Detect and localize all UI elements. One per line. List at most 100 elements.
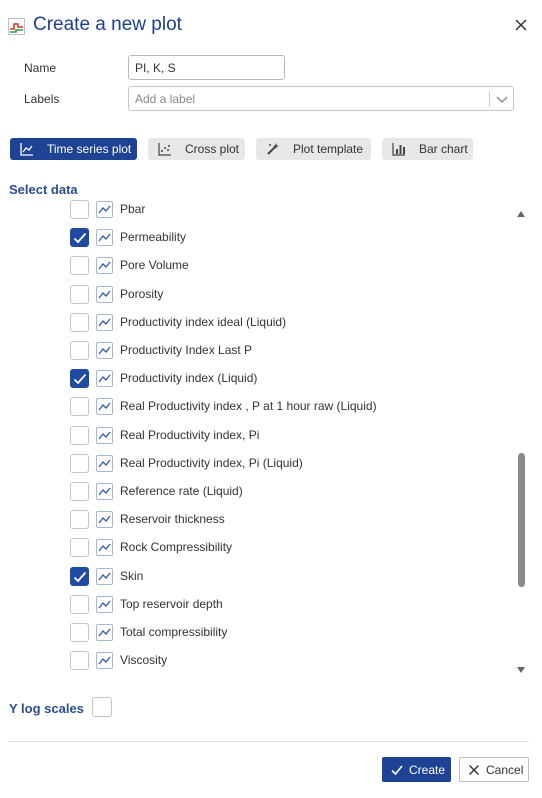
list-item[interactable]: Productivity Index Last P (0, 337, 515, 365)
tab-cross-plot[interactable]: Cross plot (148, 138, 245, 160)
chevron-down-icon[interactable] (495, 92, 509, 106)
series-checkbox[interactable] (70, 397, 89, 417)
tab-label: Time series plot (47, 142, 132, 156)
list-item[interactable]: Real Productivity index , P at 1 hour ra… (0, 393, 515, 421)
time-series-icon (96, 595, 113, 613)
scroll-up-icon[interactable] (517, 210, 525, 217)
time-series-icon (96, 624, 113, 641)
magic-wand-icon (267, 143, 279, 155)
list-item[interactable]: Productivity index (Liquid) (0, 365, 515, 393)
close-icon[interactable] (510, 14, 532, 36)
series-label: Permeability (120, 230, 187, 245)
list-item[interactable]: Viscosity (0, 647, 515, 675)
select-data-heading: Select data (9, 182, 78, 197)
labels-label: Labels (24, 92, 60, 106)
series-checkbox[interactable] (70, 482, 89, 501)
scroll-thumb[interactable] (518, 453, 525, 587)
footer-divider (8, 741, 529, 742)
list-item[interactable]: Rock Compressibility (0, 534, 515, 562)
series-label: Skin (120, 568, 144, 583)
time-series-icon (96, 201, 113, 218)
tab-label: Bar chart (419, 142, 468, 156)
cancel-button[interactable]: Cancel (459, 757, 529, 782)
tab-plot-template[interactable]: Plot template (256, 138, 371, 160)
series-label: Real Productivity index, Pi (Liquid) (120, 455, 303, 470)
labels-select[interactable]: Add a label (128, 86, 514, 111)
scatter-icon (158, 143, 171, 156)
list-item[interactable]: Real Productivity index, Pi (0, 422, 515, 450)
series-checkbox[interactable] (70, 538, 89, 558)
check-icon (391, 764, 403, 775)
series-label: Real Productivity index , P at 1 hour ra… (120, 399, 377, 414)
check-icon (73, 374, 87, 385)
series-checkbox[interactable] (70, 566, 89, 586)
time-series-icon (96, 511, 113, 529)
time-series-icon (96, 454, 113, 472)
series-checkbox[interactable] (70, 284, 89, 304)
cancel-label: Cancel (486, 762, 524, 777)
series-checkbox[interactable] (70, 510, 89, 530)
time-series-icon (96, 426, 113, 444)
scroll-down-icon[interactable] (517, 667, 525, 674)
series-checkbox[interactable] (70, 312, 89, 332)
list-item[interactable]: Real Productivity index, Pi (Liquid) (0, 450, 515, 478)
data-series-list: Pbar Permeability Pore Volume Porosity Produ… (0, 198, 530, 680)
series-checkbox[interactable] (70, 256, 89, 276)
series-label: Porosity (120, 286, 164, 301)
list-item[interactable]: Porosity (0, 281, 515, 309)
name-label: Name (24, 61, 57, 75)
bar-chart-icon (392, 143, 405, 156)
list-item[interactable]: Skin (0, 563, 515, 591)
dialog-title: Create a new plot (33, 14, 182, 35)
series-checkbox[interactable] (70, 453, 89, 473)
dialog-header: Create a new plot (0, 0, 542, 52)
time-series-icon (96, 567, 113, 585)
series-label: Viscosity (120, 653, 168, 668)
series-label: Productivity index (Liquid) (120, 371, 258, 386)
tab-bar-chart[interactable]: Bar chart (382, 138, 473, 160)
series-checkbox[interactable] (70, 341, 89, 360)
list-item[interactable]: Pbar (0, 198, 515, 224)
labels-placeholder: Add a label (135, 92, 196, 106)
series-label: Rock Compressibility (120, 540, 233, 555)
series-label: Real Productivity index, Pi (120, 427, 260, 442)
time-series-icon (96, 342, 113, 359)
time-series-icon (96, 483, 113, 500)
plot-app-icon (8, 18, 25, 35)
list-scrollbar[interactable] (515, 205, 527, 679)
series-checkbox[interactable] (70, 425, 89, 445)
create-label: Create (409, 762, 446, 777)
series-label: Total compressibility (120, 625, 228, 639)
tab-time-series-plot[interactable]: Time series plot (10, 138, 137, 160)
time-series-icon (96, 229, 113, 247)
time-series-icon (96, 398, 113, 416)
tab-label: Plot template (293, 142, 364, 156)
series-checkbox[interactable] (70, 369, 89, 389)
name-field[interactable] (128, 55, 285, 80)
series-label: Productivity Index Last P (120, 343, 253, 357)
series-label: Productivity index ideal (Liquid) (120, 314, 287, 329)
series-checkbox[interactable] (70, 651, 89, 671)
time-series-icon (96, 257, 113, 275)
create-button[interactable]: Create (382, 757, 451, 782)
series-checkbox[interactable] (70, 594, 89, 614)
series-checkbox[interactable] (70, 623, 89, 642)
close-icon (469, 764, 479, 775)
list-item[interactable]: Permeability (0, 224, 515, 252)
list-item[interactable]: Total compressibility (0, 619, 515, 647)
line-chart-icon (20, 143, 33, 156)
series-label: Top reservoir depth (120, 596, 223, 611)
series-checkbox[interactable] (70, 200, 89, 219)
list-item[interactable]: Top reservoir depth (0, 591, 515, 619)
list-item[interactable]: Productivity index ideal (Liquid) (0, 309, 515, 337)
list-item[interactable]: Pore Volume (0, 252, 515, 280)
series-checkbox[interactable] (70, 228, 89, 248)
y-log-checkbox[interactable] (92, 697, 112, 717)
tab-label: Cross plot (185, 142, 240, 156)
list-item[interactable]: Reference rate (Liquid) (0, 478, 515, 506)
y-log-label: Y log scales (9, 701, 84, 716)
list-item[interactable]: Reservoir thickness (0, 506, 515, 534)
series-label: Pore Volume (120, 258, 189, 273)
time-series-icon (96, 285, 113, 303)
check-icon (73, 571, 87, 582)
